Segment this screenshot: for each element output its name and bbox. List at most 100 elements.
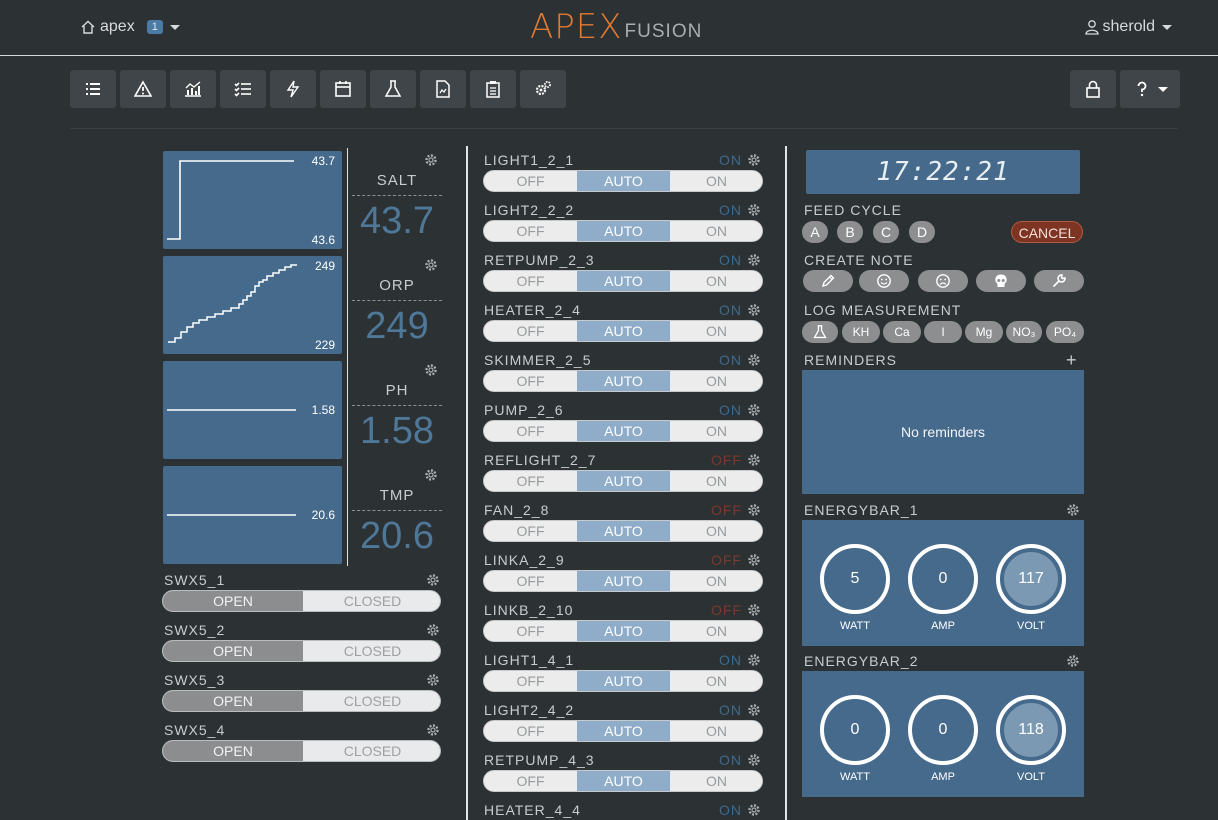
on-option[interactable]: ON [670, 171, 763, 191]
auto-option[interactable]: AUTO [577, 271, 670, 291]
gear-icon[interactable] [747, 653, 761, 667]
power-button[interactable] [270, 70, 316, 108]
tmp-chart[interactable]: 20.6 [163, 466, 342, 564]
log-po4-button[interactable]: PO₄ [1046, 321, 1084, 343]
measurements-button[interactable] [370, 70, 416, 108]
gear-icon[interactable] [747, 553, 761, 567]
note-happy-button[interactable] [859, 270, 909, 292]
off-option[interactable]: OFF [484, 421, 577, 441]
on-option[interactable]: ON [670, 521, 763, 541]
gear-icon[interactable] [426, 623, 440, 637]
outlet-heater-2-4-toggle[interactable]: OFF AUTO ON [483, 320, 763, 342]
swx5-4-toggle[interactable]: OPEN CLOSED [162, 740, 441, 762]
auto-option[interactable]: AUTO [577, 471, 670, 491]
off-option[interactable]: OFF [484, 271, 577, 291]
auto-option[interactable]: AUTO [577, 671, 670, 691]
swx5-1-toggle[interactable]: OPEN CLOSED [162, 590, 441, 612]
closed-option[interactable]: CLOSED [303, 591, 440, 611]
on-option[interactable]: ON [670, 471, 763, 491]
auto-option[interactable]: AUTO [577, 571, 670, 591]
closed-option[interactable]: CLOSED [303, 641, 440, 661]
gear-icon[interactable] [424, 468, 438, 482]
off-option[interactable]: OFF [484, 321, 577, 341]
on-option[interactable]: ON [670, 271, 763, 291]
log-flask-button[interactable] [802, 321, 838, 343]
gear-icon[interactable] [747, 153, 761, 167]
gear-icon[interactable] [426, 673, 440, 687]
gear-icon[interactable] [747, 303, 761, 317]
open-option[interactable]: OPEN [163, 741, 303, 761]
outlet-skimmer-2-5-toggle[interactable]: OFF AUTO ON [483, 370, 763, 392]
off-option[interactable]: OFF [484, 171, 577, 191]
calendar-button[interactable] [320, 70, 366, 108]
salt-chart[interactable]: 43.7 43.6 [163, 151, 342, 249]
off-option[interactable]: OFF [484, 621, 577, 641]
outlet-linka-2-9-toggle[interactable]: OFF AUTO ON [483, 570, 763, 592]
off-option[interactable]: OFF [484, 771, 577, 791]
note-pencil-button[interactable] [803, 270, 853, 292]
auto-option[interactable]: AUTO [577, 521, 670, 541]
alerts-button[interactable] [120, 70, 166, 108]
outlet-light1-4-1-toggle[interactable]: OFF AUTO ON [483, 670, 763, 692]
outlet-pump-2-6-toggle[interactable]: OFF AUTO ON [483, 420, 763, 442]
settings-button[interactable] [520, 70, 566, 108]
auto-option[interactable]: AUTO [577, 771, 670, 791]
off-option[interactable]: OFF [484, 571, 577, 591]
on-option[interactable]: ON [670, 621, 763, 641]
auto-option[interactable]: AUTO [577, 371, 670, 391]
on-option[interactable]: ON [670, 371, 763, 391]
open-option[interactable]: OPEN [163, 591, 303, 611]
off-option[interactable]: OFF [484, 721, 577, 741]
documents-button[interactable] [420, 70, 466, 108]
gear-icon[interactable] [747, 403, 761, 417]
outlet-light2-4-2-toggle[interactable]: OFF AUTO ON [483, 720, 763, 742]
gear-icon[interactable] [747, 753, 761, 767]
swx5-2-toggle[interactable]: OPEN CLOSED [162, 640, 441, 662]
log-mg-button[interactable]: Mg [965, 321, 1003, 343]
list-button[interactable] [70, 70, 116, 108]
on-option[interactable]: ON [670, 571, 763, 591]
outlet-light2-2-2-toggle[interactable]: OFF AUTO ON [483, 220, 763, 242]
note-sad-button[interactable] [918, 270, 968, 292]
open-option[interactable]: OPEN [163, 641, 303, 661]
gear-icon[interactable] [747, 703, 761, 717]
off-option[interactable]: OFF [484, 221, 577, 241]
auto-option[interactable]: AUTO [577, 321, 670, 341]
gear-icon[interactable] [426, 723, 440, 737]
feed-cancel-button[interactable]: CANCEL [1011, 221, 1083, 243]
gear-icon[interactable] [747, 203, 761, 217]
off-option[interactable]: OFF [484, 371, 577, 391]
outlet-reflight-2-7-toggle[interactable]: OFF AUTO ON [483, 470, 763, 492]
auto-option[interactable]: AUTO [577, 721, 670, 741]
help-button[interactable] [1120, 70, 1180, 108]
outlet-light1-2-1-toggle[interactable]: OFF AUTO ON [483, 170, 763, 192]
feed-c-button[interactable]: C [873, 221, 899, 243]
closed-option[interactable]: CLOSED [303, 691, 440, 711]
on-option[interactable]: ON [670, 221, 763, 241]
swx5-3-toggle[interactable]: OPEN CLOSED [162, 690, 441, 712]
ph-chart[interactable]: 1.58 [163, 361, 342, 459]
auto-option[interactable]: AUTO [577, 421, 670, 441]
gear-icon[interactable] [747, 803, 761, 817]
log-kh-button[interactable]: KH [842, 321, 880, 343]
user-menu[interactable]: sherold [1084, 18, 1172, 36]
log-ca-button[interactable]: Ca [883, 321, 921, 343]
gear-icon[interactable] [747, 453, 761, 467]
feed-b-button[interactable]: B [837, 221, 863, 243]
auto-option[interactable]: AUTO [577, 221, 670, 241]
gear-icon[interactable] [1066, 654, 1080, 668]
gear-icon[interactable] [426, 573, 440, 587]
on-option[interactable]: ON [670, 421, 763, 441]
log-no3-button[interactable]: NO₃ [1006, 321, 1042, 343]
gear-icon[interactable] [424, 153, 438, 167]
gear-icon[interactable] [424, 258, 438, 272]
closed-option[interactable]: CLOSED [303, 741, 440, 761]
on-option[interactable]: ON [670, 321, 763, 341]
home-link[interactable]: apex 1 [80, 18, 180, 36]
gear-icon[interactable] [747, 253, 761, 267]
off-option[interactable]: OFF [484, 671, 577, 691]
feed-d-button[interactable]: D [909, 221, 935, 243]
off-option[interactable]: OFF [484, 471, 577, 491]
outlet-linkb-2-10-toggle[interactable]: OFF AUTO ON [483, 620, 763, 642]
on-option[interactable]: ON [670, 771, 763, 791]
